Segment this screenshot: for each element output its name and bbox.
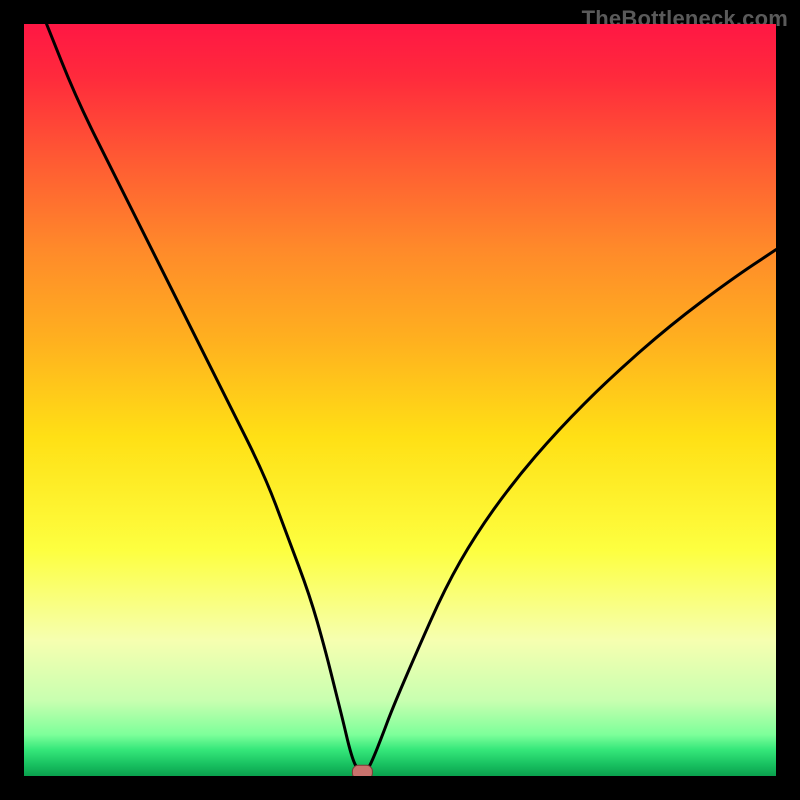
bottleneck-chart	[24, 24, 776, 776]
plot-area	[24, 24, 776, 776]
chart-frame: TheBottleneck.com	[0, 0, 800, 800]
gradient-background	[24, 24, 776, 776]
optimum-marker	[352, 765, 372, 776]
